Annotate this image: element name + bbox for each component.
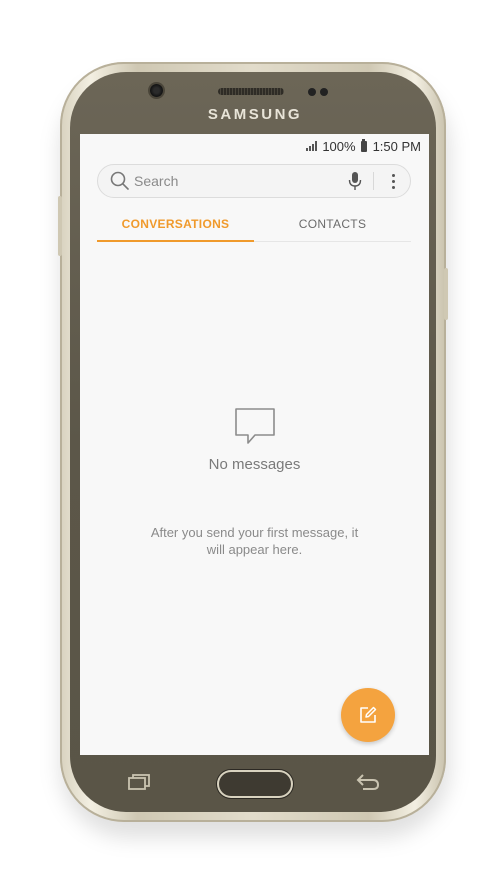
compose-button[interactable] (341, 688, 395, 742)
empty-state-title: No messages (208, 456, 301, 473)
signal-icon (306, 141, 318, 151)
mic-icon[interactable] (345, 170, 365, 192)
tab-contacts[interactable]: CONTACTS (254, 212, 411, 242)
search-divider (373, 172, 374, 190)
brand-logo: SAMSUNG (207, 106, 303, 123)
more-vert-icon[interactable] (384, 170, 402, 192)
clock: 1:50 PM (372, 138, 421, 154)
search-icon[interactable] (108, 169, 132, 193)
screen: 100% 1:50 PM CONVERSATIONS CONTACTS No m… (80, 134, 429, 755)
search-bar[interactable] (97, 164, 411, 198)
tab-bar: CONVERSATIONS CONTACTS (97, 212, 411, 242)
recent-apps-icon[interactable] (127, 773, 151, 791)
compose-icon (360, 706, 377, 723)
search-input[interactable] (134, 173, 345, 189)
battery-percent: 100% (322, 138, 356, 154)
earpiece-speaker (218, 88, 284, 95)
battery-icon (360, 138, 367, 152)
chat-bubble-icon (235, 408, 275, 444)
status-bar: 100% 1:50 PM (80, 134, 429, 158)
light-sensor (320, 88, 328, 96)
home-button[interactable] (217, 770, 293, 798)
front-camera (150, 84, 163, 97)
volume-button (58, 196, 62, 256)
empty-state-description: After you send your first message, it wi… (150, 525, 359, 557)
power-button (444, 268, 448, 320)
tab-conversations[interactable]: CONVERSATIONS (97, 212, 254, 242)
back-icon[interactable] (355, 772, 381, 792)
proximity-sensor (308, 88, 316, 96)
